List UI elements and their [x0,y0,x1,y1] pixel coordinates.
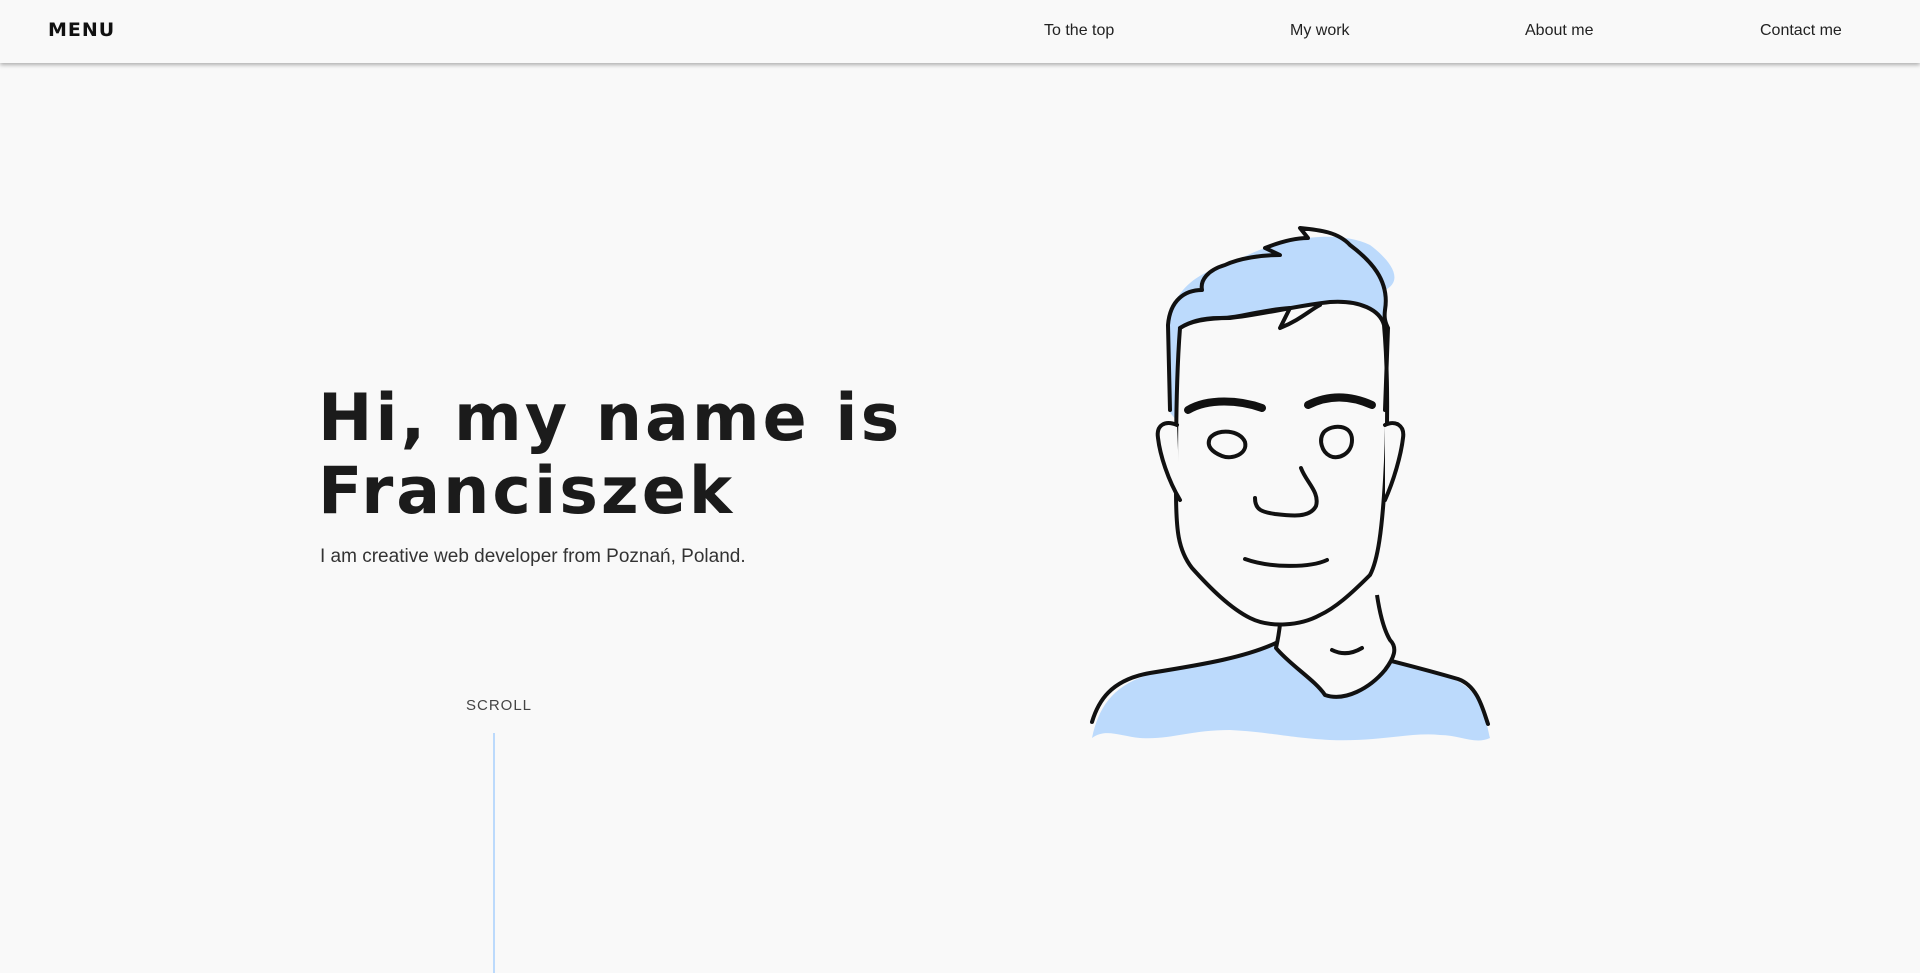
nav-link-my-work[interactable]: My work [1290,22,1350,40]
avatar-ear-left [1155,421,1182,502]
menu-button[interactable]: MENU [48,19,115,41]
avatar-illustration [1090,226,1490,741]
hero-title: Hi, my name is Franciszek [318,382,938,528]
scroll-label[interactable]: SCROLL [466,697,532,714]
avatar-face [1174,299,1390,627]
hero-title-line-1: Hi, my name is [318,381,903,456]
hero-subtitle: I am creative web developer from Poznań,… [320,546,746,567]
hero-title-line-2: Franciszek [318,454,736,529]
nav-link-to-the-top[interactable]: To the top [1044,22,1114,40]
nav-link-contact-me[interactable]: Contact me [1760,22,1842,40]
nav-link-about-me[interactable]: About me [1525,22,1593,40]
scroll-indicator-line [493,733,495,973]
top-navbar: MENU To the top My work About me Contact… [0,0,1920,63]
avatar-ear-right [1383,421,1406,502]
